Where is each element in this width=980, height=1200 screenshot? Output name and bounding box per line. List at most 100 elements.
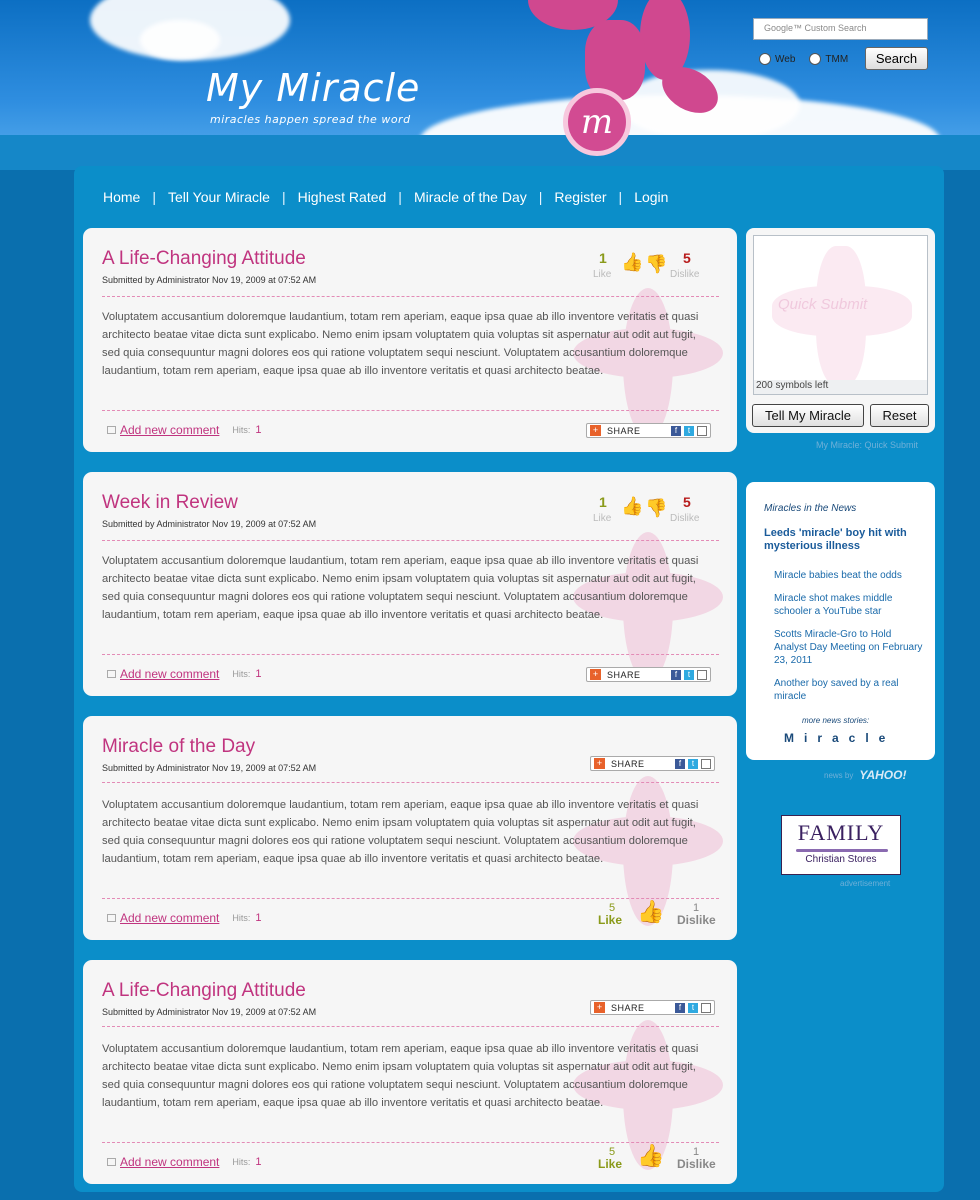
article-card: Miracle of the Day Submitted by Administ… <box>83 716 737 940</box>
nav-highest-rated[interactable]: Highest Rated <box>298 189 387 205</box>
email-icon[interactable] <box>701 1002 711 1013</box>
email-icon[interactable] <box>701 758 711 769</box>
twitter-icon[interactable]: t <box>684 425 694 436</box>
thumbs-down-icon[interactable]: 👎 <box>645 254 667 274</box>
hits-count: 1 <box>255 912 262 924</box>
dislike-label: Dislike <box>670 269 700 280</box>
article-meta: Submitted by Administrator Nov 19, 2009 … <box>102 275 317 285</box>
more-news-link[interactable]: Miracle <box>784 731 895 745</box>
share-plus-icon: + <box>594 758 605 769</box>
logo-emblem[interactable]: m <box>563 88 631 156</box>
yahoo-logo[interactable]: YAHOO! <box>859 768 906 782</box>
dislike-label: Dislike <box>677 913 716 927</box>
add-comment-link[interactable]: Add new comment <box>120 423 219 437</box>
twitter-icon[interactable]: t <box>688 758 698 769</box>
article-card: A Life-Changing Attitude Submitted by Ad… <box>83 960 737 1184</box>
comment-icon <box>107 1158 116 1166</box>
nav-login[interactable]: Login <box>634 189 668 205</box>
article-title[interactable]: Miracle of the Day <box>102 736 255 758</box>
like-label: Like <box>593 269 612 280</box>
site-tagline: miracles happen spread the word <box>210 113 411 126</box>
like-count: 1 <box>599 494 607 510</box>
article-card: Week in Review Submitted by Administrato… <box>83 472 737 696</box>
article-footer: Add new comment Hits: 1 <box>107 667 262 681</box>
article-title[interactable]: A Life-Changing Attitude <box>102 248 306 270</box>
ad-title: FAMILY <box>797 820 885 845</box>
article-meta: Submitted by Administrator Nov 19, 2009 … <box>102 1007 317 1017</box>
article-body: Voluptatem accusantium doloremque laudan… <box>102 555 699 621</box>
quick-submit-caption[interactable]: My Miracle: Quick Submit <box>816 440 918 450</box>
email-icon[interactable] <box>697 669 707 680</box>
radio-web-label: Web <box>775 53 796 65</box>
hits-count: 1 <box>255 668 262 680</box>
twitter-icon[interactable]: t <box>684 669 694 680</box>
advertisement-banner[interactable]: FAMILY Christian Stores <box>781 815 901 875</box>
news-attribution: news by YAHOO! <box>824 768 906 782</box>
share-label: SHARE <box>611 758 645 769</box>
nav-miracle-of-the-day[interactable]: Miracle of the Day <box>414 189 527 205</box>
hits-count: 1 <box>255 1156 262 1168</box>
article-footer: Add new comment Hits: 1 <box>107 1155 262 1169</box>
nav-separator: | <box>538 189 543 205</box>
article-body: Voluptatem accusantium doloremque laudan… <box>102 1043 699 1109</box>
add-comment-link[interactable]: Add new comment <box>120 1155 219 1169</box>
news-item[interactable]: Miracle babies beat the odds <box>774 569 924 582</box>
share-plus-icon: + <box>590 425 601 436</box>
divider <box>102 1142 719 1143</box>
hits-label: Hits: <box>232 913 251 923</box>
news-lead-link[interactable]: Leeds 'miracle' boy hit with mysterious … <box>764 527 924 553</box>
radio-tmm[interactable] <box>809 53 822 65</box>
comment-icon <box>107 670 116 678</box>
add-comment-link[interactable]: Add new comment <box>120 667 219 681</box>
thumbs-up-icon[interactable]: 👍 <box>621 252 643 272</box>
reset-button[interactable]: Reset <box>870 404 929 427</box>
tell-my-miracle-button[interactable]: Tell My Miracle <box>752 404 864 427</box>
dislike-count: 5 <box>683 494 691 510</box>
email-icon[interactable] <box>697 425 707 436</box>
nav-home[interactable]: Home <box>103 189 140 205</box>
news-item[interactable]: Miracle shot makes middle schooler a You… <box>774 592 924 618</box>
news-by-label: news by <box>824 770 854 780</box>
article-title[interactable]: Week in Review <box>102 492 238 514</box>
thumbs-down-icon[interactable]: 👎 <box>645 498 667 518</box>
article-meta: Submitted by Administrator Nov 19, 2009 … <box>102 763 317 773</box>
radio-web[interactable] <box>759 53 771 65</box>
search-scope: Web TMM <box>759 53 848 65</box>
news-item[interactable]: Scotts Miracle-Gro to Hold Analyst Day M… <box>774 628 924 667</box>
article-meta: Submitted by Administrator Nov 19, 2009 … <box>102 519 317 529</box>
thumbs-up-icon[interactable]: 👍 <box>621 496 643 516</box>
facebook-icon[interactable]: f <box>675 1002 685 1013</box>
divider <box>102 540 719 541</box>
like-label: Like <box>598 913 623 927</box>
article-body: Voluptatem accusantium doloremque laudan… <box>102 799 699 865</box>
comment-icon <box>107 426 116 434</box>
quick-submit-textarea[interactable]: Quick Submit 200 symbols left <box>753 235 928 395</box>
news-item[interactable]: Another boy saved by a real miracle <box>774 677 924 703</box>
thumbs-up-icon[interactable]: 👍 <box>637 901 664 923</box>
article-title[interactable]: A Life-Changing Attitude <box>102 980 306 1002</box>
nav-register[interactable]: Register <box>554 189 606 205</box>
hits-label: Hits: <box>232 425 251 435</box>
site-title[interactable]: My Miracle <box>206 66 420 110</box>
share-button[interactable]: + SHARE f t <box>590 756 715 771</box>
add-comment-link[interactable]: Add new comment <box>120 911 219 925</box>
facebook-icon[interactable]: f <box>675 758 685 769</box>
dislike-count: 5 <box>683 250 691 266</box>
twitter-icon[interactable]: t <box>688 1002 698 1013</box>
facebook-icon[interactable]: f <box>671 425 681 436</box>
nav-tell-your-miracle[interactable]: Tell Your Miracle <box>168 189 270 205</box>
nav-separator: | <box>618 189 623 205</box>
comment-icon <box>107 914 116 922</box>
search-input[interactable]: Google™ Custom Search <box>753 18 928 40</box>
share-button[interactable]: + SHARE f t <box>586 667 711 682</box>
share-button[interactable]: + SHARE f t <box>590 1000 715 1015</box>
share-button[interactable]: + SHARE f t <box>586 423 711 438</box>
thumbs-up-icon[interactable]: 👍 <box>637 1145 664 1167</box>
news-heading: Miracles in the News <box>764 503 857 514</box>
search-button[interactable]: Search <box>865 47 928 70</box>
article-footer: Add new comment Hits: 1 <box>107 423 262 437</box>
quick-submit-placeholder: Quick Submit <box>778 296 868 313</box>
divider <box>102 782 719 783</box>
facebook-icon[interactable]: f <box>671 669 681 680</box>
article-card: A Life-Changing Attitude Submitted by Ad… <box>83 228 737 452</box>
